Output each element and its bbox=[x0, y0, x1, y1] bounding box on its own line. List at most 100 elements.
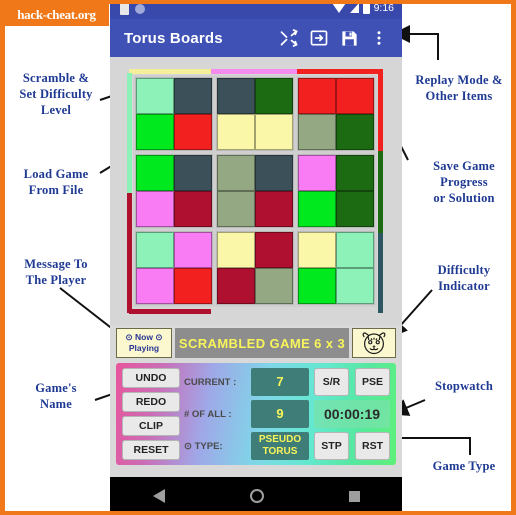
redo-button[interactable]: REDO bbox=[122, 392, 180, 412]
board-cell[interactable] bbox=[336, 114, 374, 150]
type-label: ⊙ TYPE: bbox=[184, 440, 223, 452]
board-cell[interactable] bbox=[174, 232, 212, 268]
app-bar: Torus Boards bbox=[110, 19, 402, 57]
board-cell[interactable] bbox=[174, 114, 212, 150]
board-cell[interactable] bbox=[136, 268, 174, 304]
watermark: hack-cheat.org bbox=[4, 4, 109, 26]
save-icon[interactable] bbox=[334, 23, 364, 53]
board-block[interactable] bbox=[216, 154, 294, 228]
board-cell[interactable] bbox=[298, 232, 336, 268]
load-file-icon[interactable] bbox=[304, 23, 334, 53]
board-cell[interactable] bbox=[217, 268, 255, 304]
edge-indicator-top-2 bbox=[211, 69, 297, 74]
annotation-difficulty: Difficulty Indicator bbox=[437, 263, 491, 293]
now-playing-badge: ⊙ Now ⊙ Playing bbox=[116, 328, 172, 358]
board-cell[interactable] bbox=[174, 191, 212, 227]
edge-indicator-top-1 bbox=[129, 69, 211, 74]
edge-indicator-bottom-1 bbox=[129, 309, 211, 314]
board-cell[interactable] bbox=[336, 268, 374, 304]
message-row: ⊙ Now ⊙ Playing SCRAMBLED GAME 6 x 3 bbox=[116, 328, 396, 358]
board-cell[interactable] bbox=[174, 78, 212, 114]
reset-button[interactable]: RESET bbox=[122, 440, 180, 460]
type-row: ⊙ TYPE: PSEUDO TORUS STP RST bbox=[184, 432, 390, 460]
board-cell[interactable] bbox=[217, 191, 255, 227]
board-cell[interactable] bbox=[255, 114, 293, 150]
stopwatch: 00:00:19 bbox=[314, 400, 390, 428]
board-cell[interactable] bbox=[336, 78, 374, 114]
recents-icon[interactable] bbox=[348, 490, 360, 502]
game-type-line1: PSEUDO bbox=[258, 434, 302, 445]
undo-button[interactable]: UNDO bbox=[122, 368, 180, 388]
frame-border-bottom bbox=[0, 511, 516, 515]
board-cell[interactable] bbox=[136, 232, 174, 268]
clip-button[interactable]: CLIP bbox=[122, 416, 180, 436]
board-cell[interactable] bbox=[336, 191, 374, 227]
game-board[interactable] bbox=[125, 67, 387, 315]
board-cell[interactable] bbox=[255, 191, 293, 227]
board-cell[interactable] bbox=[255, 268, 293, 304]
board-cell[interactable] bbox=[255, 78, 293, 114]
game-board-area bbox=[110, 57, 402, 325]
tiger-face-icon[interactable] bbox=[352, 328, 396, 358]
rst-button[interactable]: RST bbox=[355, 432, 390, 460]
board-block[interactable] bbox=[135, 77, 213, 151]
stp-rst-pair: STP RST bbox=[314, 432, 390, 460]
edge-indicator-right-3 bbox=[378, 233, 383, 313]
board-cell[interactable] bbox=[136, 155, 174, 191]
now-playing-line1: ⊙ Now ⊙ bbox=[125, 332, 163, 342]
board-block[interactable] bbox=[297, 231, 375, 305]
overflow-menu-icon[interactable] bbox=[364, 23, 394, 53]
annotation-game-name: Game's Name bbox=[35, 381, 77, 411]
android-nav-bar bbox=[110, 477, 402, 515]
board-cell[interactable] bbox=[174, 155, 212, 191]
current-value: 7 bbox=[251, 368, 309, 396]
board-grid[interactable] bbox=[133, 75, 377, 307]
annotation-game-type: Game Type bbox=[432, 459, 496, 473]
board-cell[interactable] bbox=[136, 78, 174, 114]
board-block[interactable] bbox=[135, 231, 213, 305]
game-type-value[interactable]: PSEUDO TORUS bbox=[251, 432, 309, 460]
shuffle-icon[interactable] bbox=[274, 23, 304, 53]
board-cell[interactable] bbox=[298, 268, 336, 304]
board-cell[interactable] bbox=[255, 155, 293, 191]
board-block[interactable] bbox=[297, 77, 375, 151]
current-label: CURRENT : bbox=[184, 376, 237, 388]
board-cell[interactable] bbox=[298, 114, 336, 150]
board-cell[interactable] bbox=[136, 191, 174, 227]
home-icon[interactable] bbox=[249, 489, 264, 503]
board-block[interactable] bbox=[297, 154, 375, 228]
edge-indicator-left-1 bbox=[127, 73, 132, 193]
board-block[interactable] bbox=[216, 231, 294, 305]
board-cell[interactable] bbox=[217, 114, 255, 150]
edge-indicator-top-3 bbox=[297, 69, 383, 74]
sim-icon bbox=[120, 3, 129, 15]
pse-button[interactable]: PSE bbox=[355, 368, 390, 396]
board-cell[interactable] bbox=[336, 232, 374, 268]
all-value: 9 bbox=[251, 400, 309, 428]
board-cell[interactable] bbox=[174, 268, 212, 304]
board-block[interactable] bbox=[216, 77, 294, 151]
board-cell[interactable] bbox=[255, 232, 293, 268]
board-cell[interactable] bbox=[298, 155, 336, 191]
frame-border-left bbox=[0, 0, 5, 515]
board-cell[interactable] bbox=[217, 78, 255, 114]
player-message: SCRAMBLED GAME 6 x 3 bbox=[175, 328, 349, 358]
board-cell[interactable] bbox=[298, 78, 336, 114]
all-row: # OF ALL : 9 00:00:19 bbox=[184, 400, 390, 428]
annotation-load-game: Load Game From File bbox=[23, 167, 89, 197]
board-cell[interactable] bbox=[336, 155, 374, 191]
board-cell[interactable] bbox=[136, 114, 174, 150]
frame-border-right bbox=[511, 0, 516, 515]
board-cell[interactable] bbox=[298, 191, 336, 227]
board-block[interactable] bbox=[135, 154, 213, 228]
stp-button[interactable]: STP bbox=[314, 432, 349, 460]
sr-button[interactable]: S/R bbox=[314, 368, 349, 396]
annotation-replay-mode: Replay Mode & Other Items bbox=[415, 73, 503, 103]
board-cell[interactable] bbox=[217, 232, 255, 268]
annotation-save-game: Save Game Progress or Solution bbox=[433, 159, 495, 205]
wifi-icon bbox=[331, 3, 346, 13]
current-row: CURRENT : 7 S/R PSE bbox=[184, 368, 390, 396]
panel-left-buttons: UNDO REDO CLIP RESET bbox=[122, 368, 180, 460]
back-icon[interactable] bbox=[152, 489, 165, 503]
board-cell[interactable] bbox=[217, 155, 255, 191]
